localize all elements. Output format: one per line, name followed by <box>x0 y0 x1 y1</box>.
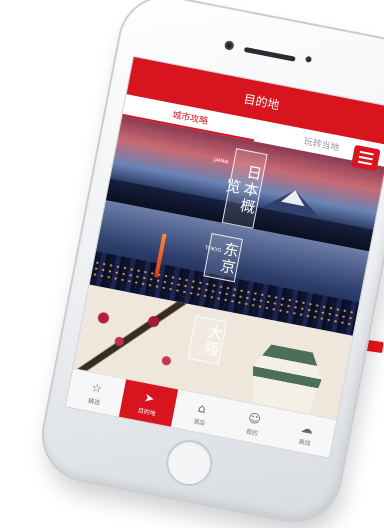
user-icon: ☺ <box>247 410 263 427</box>
card-title-box: 大阪 <box>187 315 228 365</box>
nav-label: 精选 <box>87 397 101 407</box>
destination-list: 日本概览 JAPAN 东京 TOKYO 大阪 <box>73 115 384 421</box>
star-icon: ☆ <box>90 379 104 396</box>
menu-line <box>357 160 372 166</box>
page-title: 目的地 <box>242 91 281 112</box>
menu-line <box>358 155 373 161</box>
nav-label: 酒店 <box>192 417 206 427</box>
nav-label: 离线 <box>297 438 312 448</box>
nav-label: 目的地 <box>137 406 157 418</box>
card-subtitle: TOKYO <box>204 245 222 255</box>
menu-line <box>359 150 374 156</box>
home-icon: ⌂ <box>196 400 208 416</box>
phone-device: 目的地 城市攻略 玩转当地 日本概览 JAPAN 东京 TOKYO 大阪 ☆ 精… <box>36 0 384 528</box>
card-subtitle: JAPAN <box>213 157 229 166</box>
card-title: 大阪 <box>200 322 226 360</box>
card-title-box: 东京 TOKYO <box>203 233 244 283</box>
location-arrow-icon: ➤ <box>143 389 156 406</box>
nav-label: 我的 <box>245 427 259 437</box>
cloud-icon: ☁ <box>300 420 315 437</box>
list-menu-button[interactable] <box>350 144 381 172</box>
